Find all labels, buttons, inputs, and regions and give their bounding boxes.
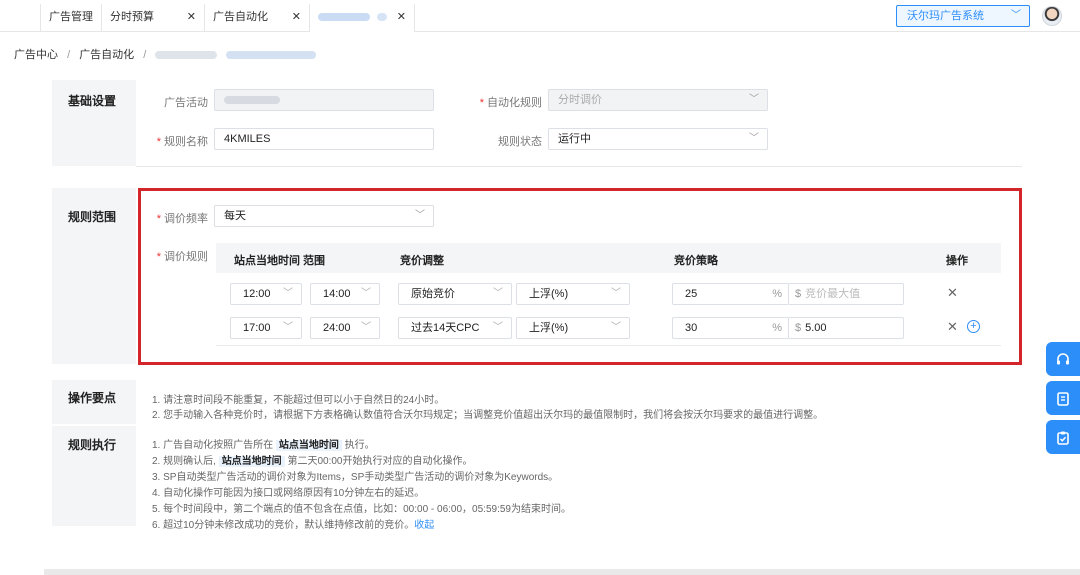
breadcrumb-item[interactable]: 广告自动化 (79, 49, 134, 61)
exec-note: 1. 广告自动化按照广告所在 站点当地时间 执行。 (152, 440, 375, 451)
close-icon[interactable]: ✕ (187, 4, 196, 30)
tab-label: 广告管理 (49, 11, 93, 23)
tab-label: 广告自动化 (213, 11, 268, 23)
blurred-tab-label (318, 13, 370, 22)
close-icon[interactable]: ✕ (397, 4, 406, 30)
exec-note: 5. 每个时间段中，第二个端点的值不包含在点值，比如：00:00 - 06:00… (152, 504, 571, 515)
exec-note: 4. 自动化操作可能因为接口或网络原因有10分钟左右的延迟。 (152, 488, 425, 499)
tab-time-budget[interactable]: 分时预算 ✕ (101, 4, 205, 32)
rule-type-label: * 自动化规则 (479, 97, 542, 109)
breadcrumb-item[interactable]: 广告中心 (14, 49, 58, 61)
rule-name-input[interactable]: 4KMILES (214, 128, 434, 150)
collapse-link[interactable]: 收起 (414, 520, 434, 531)
chevron-down-icon: ﹀ (749, 94, 759, 105)
breadcrumb-separator: / (143, 49, 147, 61)
scope-section-title: 规则范围 (68, 210, 117, 224)
tab-ad-automation[interactable]: 广告自动化 ✕ (204, 4, 310, 32)
book-icon[interactable] (1046, 381, 1080, 415)
highlight-text: 站点当地时间 (218, 456, 285, 467)
campaign-label: 广告活动 (164, 97, 208, 109)
breadcrumb-separator: / (67, 49, 71, 61)
ops-note: 1. 请注意时间段不能重复，不能超过但可以小于自然日的24小时。 (152, 395, 445, 406)
rule-name-label: * 规则名称 (156, 136, 208, 148)
ops-section-title: 操作要点 (68, 391, 117, 405)
campaign-field (214, 89, 434, 111)
ops-note: 2. 您手动输入各种竞价时，请根据下方表格确认数值符合沃尔玛规定；当调整竞价值超… (152, 410, 824, 421)
rule-status-value: 运行中 (558, 133, 591, 145)
rule-status-label: 规则状态 (498, 136, 542, 148)
system-select-value: 沃尔玛广告系统 (907, 10, 984, 22)
horizontal-scrollbar[interactable] (44, 569, 1080, 575)
rule-status-select[interactable]: 运行中 ﹀ (548, 128, 768, 150)
highlight-box (138, 188, 1022, 365)
tab-current-rule[interactable]: ✕ (309, 4, 415, 32)
rule-name-value: 4KMILES (224, 133, 271, 145)
rule-type-value: 分时调价 (558, 94, 602, 106)
chevron-down-icon: ﹀ (749, 133, 759, 144)
highlight-text: 站点当地时间 (275, 440, 342, 451)
system-select[interactable]: 沃尔玛广告系统 ﹀ (896, 5, 1030, 27)
chevron-down-icon: ﹀ (1011, 10, 1021, 21)
clipboard-icon[interactable] (1046, 420, 1080, 454)
exec-note: 3. SP自动类型广告活动的调价对象为Items，SP手动类型广告活动的调价对象… (152, 472, 559, 483)
headset-icon[interactable] (1046, 342, 1080, 376)
tab-label: 分时预算 (110, 11, 154, 23)
close-icon[interactable]: ✕ (292, 4, 301, 30)
avatar[interactable] (1042, 6, 1062, 26)
exec-section-title: 规则执行 (68, 438, 117, 452)
tab-ad-management[interactable]: 广告管理 (40, 4, 102, 32)
breadcrumb-blurred (155, 51, 218, 60)
rule-type-select: 分时调价 ﹀ (548, 89, 768, 111)
top-tab-bar: 广告管理 分时预算 ✕ 广告自动化 ✕ ✕ 沃尔玛广告系统 ﹀ (0, 0, 1080, 32)
breadcrumb: 广告中心 / 广告自动化 / (14, 46, 317, 62)
exec-note: 2. 规则确认后, 站点当地时间 第二天00:00开始执行对应的自动化操作。 (152, 456, 473, 467)
exec-note: 6. 超过10分钟未修改成功的竞价，默认维持修改前的竞价。收起 (152, 520, 435, 531)
basic-section-title: 基础设置 (68, 94, 117, 108)
